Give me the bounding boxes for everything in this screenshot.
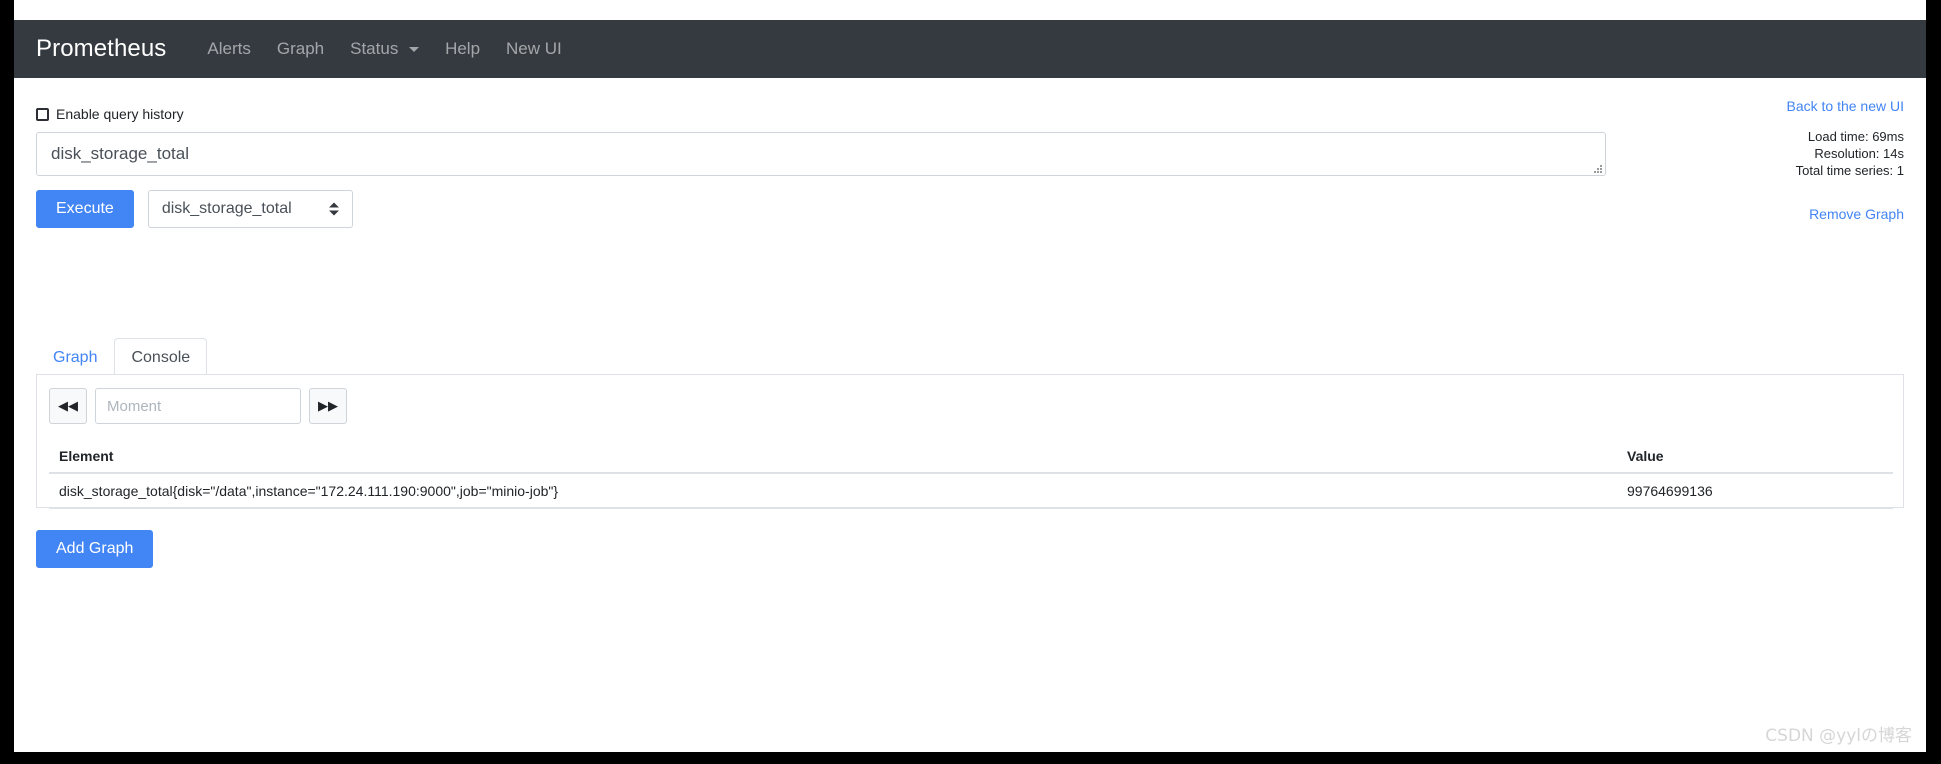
- enable-query-history-label[interactable]: Enable query history: [56, 106, 184, 122]
- nav-link-graph[interactable]: Graph: [264, 33, 337, 65]
- tab-graph[interactable]: Graph: [36, 338, 114, 377]
- nav-link-new-ui[interactable]: New UI: [493, 33, 575, 65]
- tab-console[interactable]: Console: [114, 338, 208, 377]
- query-expression-input[interactable]: [36, 132, 1606, 176]
- double-right-arrow-icon[interactable]: ▶▶: [309, 388, 347, 424]
- nav-link-graph-label: Graph: [276, 39, 325, 58]
- console-panel: ◀◀ ▶▶ Element Value disk_storage_total{d…: [36, 374, 1904, 509]
- metric-select-wrapper: disk_storage_total: [147, 190, 353, 228]
- add-graph-button[interactable]: Add Graph: [36, 530, 154, 568]
- nav-link-status-label: Status: [350, 39, 399, 58]
- execute-button[interactable]: Execute: [36, 190, 134, 228]
- panel-tabs: Graph Console: [36, 336, 208, 377]
- nav-link-alerts-label: Alerts: [207, 39, 251, 58]
- nav-link-new-ui-label: New UI: [506, 39, 562, 58]
- enable-query-history-row: Enable query history: [36, 106, 184, 122]
- stat-load-time: Load time: 69ms: [1807, 129, 1904, 144]
- execute-row: Execute disk_storage_total: [36, 190, 353, 228]
- nav-links: Alerts Graph Status Help New UI: [194, 33, 574, 65]
- cell-element: disk_storage_total{disk="/data",instance…: [59, 483, 559, 499]
- navbar: Prometheus Alerts Graph Status Help New …: [14, 20, 1926, 78]
- query-stats: Load time: 69ms Resolution: 14s Total ti…: [1564, 128, 1904, 179]
- browser-viewport: Prometheus Alerts Graph Status Help New …: [14, 0, 1926, 752]
- watermark: CSDN @yylの博客: [1765, 726, 1912, 746]
- metric-select[interactable]: disk_storage_total: [147, 190, 353, 228]
- remove-graph-wrapper: Remove Graph: [1809, 206, 1904, 224]
- table-row[interactable]: disk_storage_total{disk="/data",instance…: [49, 474, 1893, 509]
- nav-link-status[interactable]: Status: [337, 33, 432, 65]
- double-left-arrow-icon[interactable]: ◀◀: [49, 388, 87, 424]
- results-table-header: Element Value: [49, 439, 1893, 474]
- column-header-value: Value: [1627, 447, 1664, 464]
- column-header-element: Element: [59, 447, 114, 464]
- nav-link-help-label: Help: [445, 39, 481, 58]
- chevron-down-icon: [409, 47, 420, 52]
- stat-resolution: Resolution: 14s: [1814, 146, 1904, 161]
- stat-total-time-series: Total time series: 1: [1795, 163, 1904, 178]
- nav-link-alerts[interactable]: Alerts: [194, 33, 263, 65]
- brand-prometheus[interactable]: Prometheus: [36, 35, 166, 63]
- cell-value: 99764699136: [1627, 483, 1713, 499]
- main-content: Enable query history Execute disk_storag…: [14, 78, 1926, 752]
- remove-graph-link[interactable]: Remove Graph: [1809, 206, 1904, 222]
- moment-controls: ◀◀ ▶▶: [49, 388, 347, 424]
- right-info-panel: Back to the new UI Load time: 69ms Resol…: [1564, 98, 1904, 179]
- nav-link-help[interactable]: Help: [432, 33, 493, 65]
- moment-input[interactable]: [95, 388, 301, 424]
- screenshot-frame: Prometheus Alerts Graph Status Help New …: [0, 0, 1941, 764]
- back-to-new-ui-link[interactable]: Back to the new UI: [1786, 98, 1904, 114]
- enable-query-history-checkbox[interactable]: [36, 107, 49, 121]
- results-table: Element Value disk_storage_total{disk="/…: [49, 439, 1893, 509]
